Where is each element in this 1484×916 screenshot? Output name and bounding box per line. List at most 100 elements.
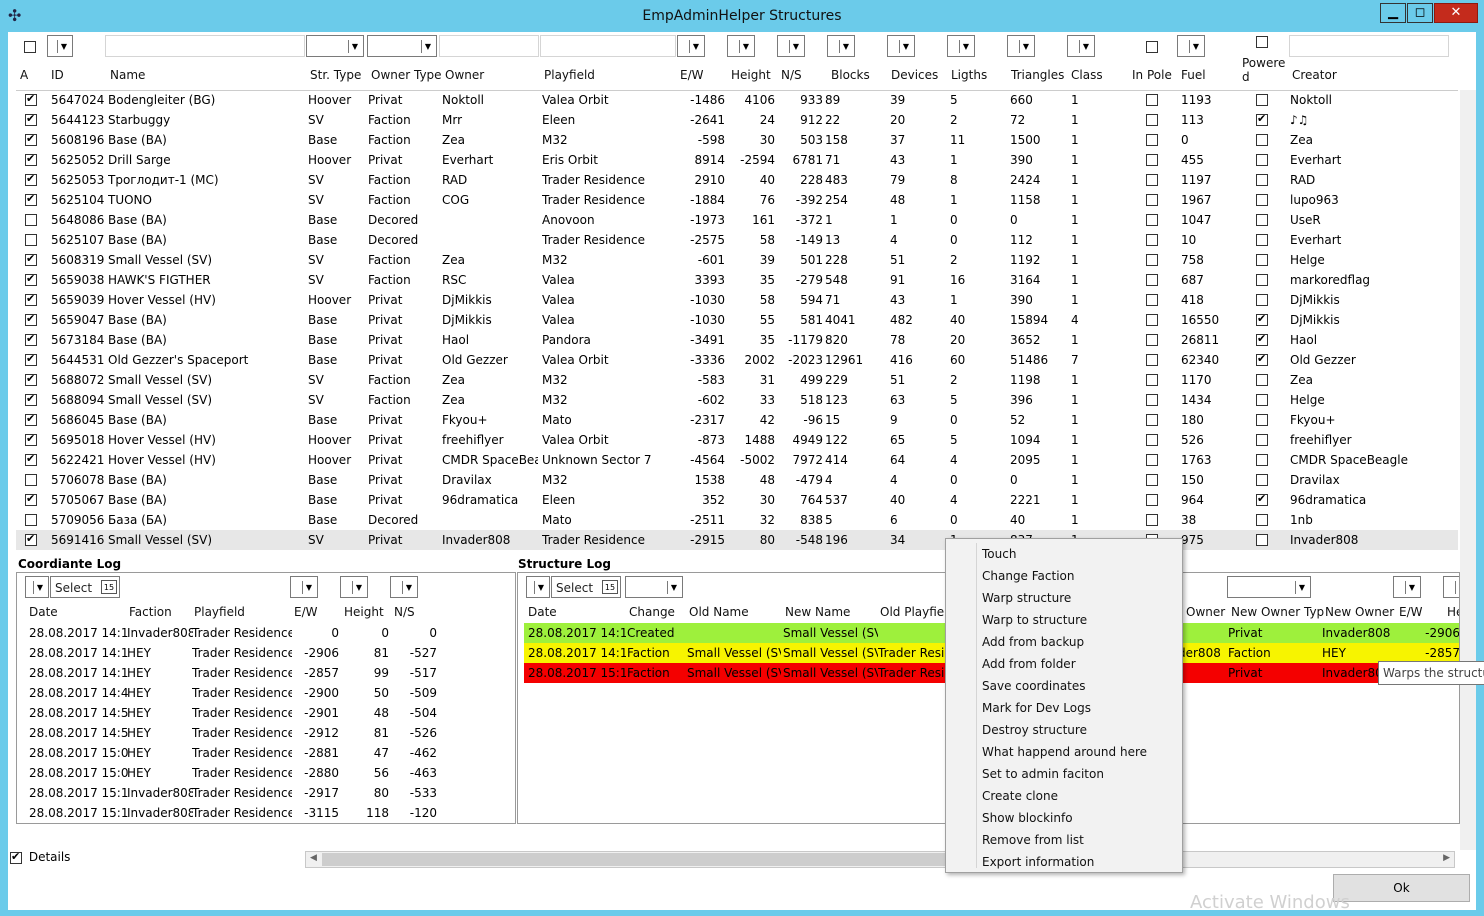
col-header-name[interactable]: Name: [110, 68, 145, 82]
struct-col-date[interactable]: Date: [528, 605, 557, 619]
details-toggle[interactable]: Details: [10, 850, 70, 864]
struct-col-height[interactable]: He: [1447, 605, 1459, 619]
row-powered-checkbox[interactable]: [1256, 134, 1268, 146]
title-bar[interactable]: ✣ EmpAdminHelper Structures ▁ ◻ ✕: [0, 0, 1484, 32]
list-item[interactable]: 28.08.2017 15:15 Invader808 Trader Residen…: [17, 783, 515, 803]
filter-height-dropdown[interactable]: ▼: [727, 35, 755, 57]
col-header-ew[interactable]: E/W: [680, 68, 704, 82]
col-header-class[interactable]: Class: [1071, 68, 1103, 82]
col-header-id[interactable]: ID: [51, 68, 64, 82]
coord-col-ew[interactable]: E/W: [294, 605, 318, 619]
row-powered-checkbox[interactable]: [1256, 274, 1268, 286]
table-row[interactable]: 5625053Троглодит-1 (MC) SV Faction RAD Trade…: [16, 170, 1458, 190]
row-powered-checkbox[interactable]: [1256, 454, 1268, 466]
filter-ns-dropdown[interactable]: ▼: [777, 35, 805, 57]
coord-col-faction[interactable]: Faction: [129, 605, 172, 619]
struct-ew-dropdown[interactable]: ▼: [1393, 576, 1421, 598]
list-item[interactable]: 28.08.2017 14:45 HEY Trader Residence -2900…: [17, 683, 515, 703]
menu-item-create-clone[interactable]: Create clone: [982, 786, 1058, 806]
row-inpole-checkbox[interactable]: [1146, 214, 1158, 226]
row-powered-checkbox[interactable]: [1256, 474, 1268, 486]
row-active-checkbox[interactable]: [25, 234, 37, 246]
table-row[interactable]: 5673184Base (BA) Base Privat Haol Pandora -34…: [16, 330, 1458, 350]
struct-col-newownertype[interactable]: New Owner Typ: [1231, 605, 1324, 619]
struct-date-picker[interactable]: Select 15: [551, 576, 621, 598]
table-row[interactable]: 5648086 Base (BA) Base Decored Anovoon -1973 1…: [16, 210, 1458, 230]
table-row[interactable]: 5659039Hover Vessel (HV) Hoover Privat DjMi…: [16, 290, 1458, 310]
row-inpole-checkbox[interactable]: [1146, 114, 1158, 126]
filter-fuel-dropdown[interactable]: ▼: [1177, 35, 1205, 57]
row-inpole-checkbox[interactable]: [1146, 494, 1158, 506]
struct-change-dropdown[interactable]: ▼: [625, 576, 683, 598]
table-row[interactable]: 5625104TUONO SV Faction COG Trader Residence…: [16, 190, 1458, 210]
row-active-checkbox[interactable]: [25, 114, 37, 126]
table-row[interactable]: 5622421Hover Vessel (HV) Hoover Privat CMDR…: [16, 450, 1458, 470]
col-header-blocks[interactable]: Blocks: [831, 68, 870, 82]
row-inpole-checkbox[interactable]: [1146, 334, 1158, 346]
coord-ns-dropdown[interactable]: ▼: [390, 576, 418, 598]
col-header-powered[interactable]: Powere d: [1242, 56, 1286, 84]
row-powered-checkbox[interactable]: [1256, 434, 1268, 446]
menu-item-show-blockinfo[interactable]: Show blockinfo: [982, 808, 1073, 828]
coord-col-ns[interactable]: N/S: [394, 605, 415, 619]
row-inpole-checkbox[interactable]: [1146, 454, 1158, 466]
coord-filter-dropdown[interactable]: ▼: [25, 576, 49, 598]
row-powered-checkbox[interactable]: [1256, 534, 1268, 546]
menu-item-remove-from-list[interactable]: Remove from list: [982, 830, 1084, 850]
col-header-ligths[interactable]: Ligths: [951, 68, 987, 82]
table-row[interactable]: 5647024Bodengleiter (BG) Hoover Privat Nokt…: [16, 90, 1458, 110]
filter-ew-dropdown[interactable]: ▼: [677, 35, 705, 57]
scroll-right-icon[interactable]: ▶: [1443, 853, 1450, 863]
row-active-checkbox[interactable]: [25, 174, 37, 186]
filter-powered-checkbox[interactable]: [1256, 36, 1268, 48]
row-active-checkbox[interactable]: [25, 474, 37, 486]
menu-item-touch[interactable]: Touch: [982, 544, 1016, 564]
filter-playfield-field[interactable]: [540, 35, 676, 57]
row-inpole-checkbox[interactable]: [1146, 374, 1158, 386]
list-item[interactable]: 28.08.2017 15:17 Invader808 Trader Residen…: [17, 803, 515, 823]
row-inpole-checkbox[interactable]: [1146, 474, 1158, 486]
col-header-fuel[interactable]: Fuel: [1181, 68, 1206, 82]
col-header-triangles[interactable]: Triangles: [1011, 68, 1064, 82]
row-active-checkbox[interactable]: [25, 494, 37, 506]
row-inpole-checkbox[interactable]: [1146, 254, 1158, 266]
menu-item-what-happend-around-here[interactable]: What happend around here: [982, 742, 1147, 762]
row-inpole-checkbox[interactable]: [1146, 134, 1158, 146]
list-item[interactable]: 28.08.2017 15:04 HEY Trader Residence -2881…: [17, 743, 515, 763]
row-inpole-checkbox[interactable]: [1146, 514, 1158, 526]
row-inpole-checkbox[interactable]: [1146, 414, 1158, 426]
row-inpole-checkbox[interactable]: [1146, 94, 1158, 106]
maximize-button[interactable]: ◻: [1407, 3, 1433, 23]
filter-devices-dropdown[interactable]: ▼: [887, 35, 915, 57]
menu-item-warp-to-structure[interactable]: Warp to structure: [982, 610, 1087, 630]
menu-item-destroy-structure[interactable]: Destroy structure: [982, 720, 1087, 740]
row-active-checkbox[interactable]: [25, 374, 37, 386]
row-active-checkbox[interactable]: [25, 214, 37, 226]
coord-col-height[interactable]: Height: [344, 605, 384, 619]
row-powered-checkbox[interactable]: [1256, 254, 1268, 266]
filter-id-dropdown[interactable]: ▼: [47, 35, 73, 57]
list-item[interactable]: 28.08.2017 14:59 HEY Trader Residence -2912…: [17, 723, 515, 743]
row-powered-checkbox[interactable]: [1256, 514, 1268, 526]
struct-col-newowner[interactable]: New Owner: [1325, 605, 1394, 619]
row-inpole-checkbox[interactable]: [1146, 294, 1158, 306]
table-row[interactable]: 5644123Starbuggy SV Faction Mrr Eleen -2641 24…: [16, 110, 1458, 130]
table-row[interactable]: 5659047Base (BA) Base Privat DjMikkis Valea -…: [16, 310, 1458, 330]
row-inpole-checkbox[interactable]: [1146, 194, 1158, 206]
menu-item-add-from-folder[interactable]: Add from folder: [982, 654, 1076, 674]
close-button[interactable]: ✕: [1434, 3, 1478, 23]
row-powered-checkbox[interactable]: [1256, 214, 1268, 226]
row-powered-checkbox[interactable]: [1256, 294, 1268, 306]
col-header-ownertype[interactable]: Owner Type: [371, 68, 442, 82]
menu-item-add-from-backup[interactable]: Add from backup: [982, 632, 1084, 652]
table-row[interactable]: 5608196Base (BA) Base Faction Zea M32 -598 30 5…: [16, 130, 1458, 150]
row-active-checkbox[interactable]: [25, 414, 37, 426]
coord-date-picker[interactable]: Select 15: [50, 576, 120, 598]
row-active-checkbox[interactable]: [25, 154, 37, 166]
row-powered-checkbox[interactable]: [1256, 314, 1268, 326]
table-row[interactable]: 5705067Base (BA) Base Privat 96dramatica Ele…: [16, 490, 1458, 510]
row-powered-checkbox[interactable]: [1256, 374, 1268, 386]
row-inpole-checkbox[interactable]: [1146, 354, 1158, 366]
row-active-checkbox[interactable]: [25, 134, 37, 146]
list-item[interactable]: 28.08.2017 15:09 HEY Trader Residence -2880…: [17, 763, 515, 783]
